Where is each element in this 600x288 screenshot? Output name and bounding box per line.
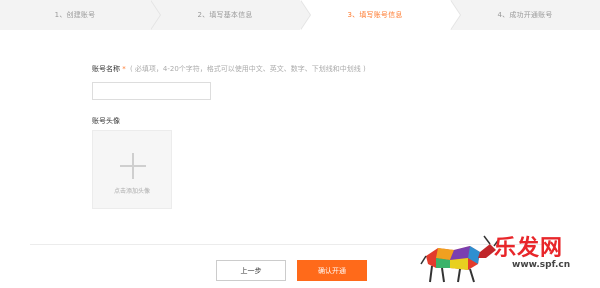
step-1-label: 1、创建账号 — [54, 11, 96, 19]
account-name-input[interactable] — [92, 82, 211, 100]
account-info-form: 账号名称 * ( 必填项，4-20个字符，格式可以使用中文、英文、数字、下划线和… — [92, 64, 366, 209]
step-4-label: 4、成功开通账号 — [497, 11, 553, 19]
avatar-upload-button[interactable]: 点击添加头像 — [92, 130, 172, 209]
step-4: 4、成功开通账号 — [450, 0, 600, 30]
step-separator-arrow — [450, 0, 460, 30]
avatar-upload-text: 点击添加头像 — [113, 188, 150, 195]
account-avatar-label: 账号头像 — [92, 117, 120, 125]
step-2: 2、填写基本信息 — [150, 0, 311, 30]
account-name-label-text: 账号名称 — [92, 65, 120, 73]
step-separator-arrow — [150, 0, 160, 30]
step-2-label: 2、填写基本信息 — [197, 11, 253, 19]
confirm-open-button[interactable]: 确认开通 — [297, 260, 367, 281]
step-progress-bar: 1、创建账号 2、填写基本信息 3、填写账号信息 4、成功开通账号 — [0, 0, 600, 30]
step-1: 1、创建账号 — [0, 0, 161, 30]
step-3-label: 3、填写账号信息 — [347, 11, 403, 19]
watermark-url: www.spf.cn — [512, 260, 571, 270]
required-marker: * — [122, 65, 126, 73]
bull-logo-icon — [420, 235, 500, 283]
step-3-active: 3、填写账号信息 — [300, 0, 461, 30]
previous-step-button[interactable]: 上一步 — [216, 260, 286, 281]
account-name-label: 账号名称 * ( 必填项，4-20个字符，格式可以使用中文、英文、数字、下划线和… — [92, 64, 366, 74]
plus-icon — [120, 153, 146, 179]
account-name-hint: ( 必填项，4-20个字符，格式可以使用中文、英文、数字、下划线和中划线 ) — [129, 65, 366, 73]
watermark-logo: 乐发网 www.spf.cn — [420, 228, 600, 288]
watermark-logo-text: 乐发网 — [494, 235, 564, 261]
step-separator-arrow — [300, 0, 310, 30]
